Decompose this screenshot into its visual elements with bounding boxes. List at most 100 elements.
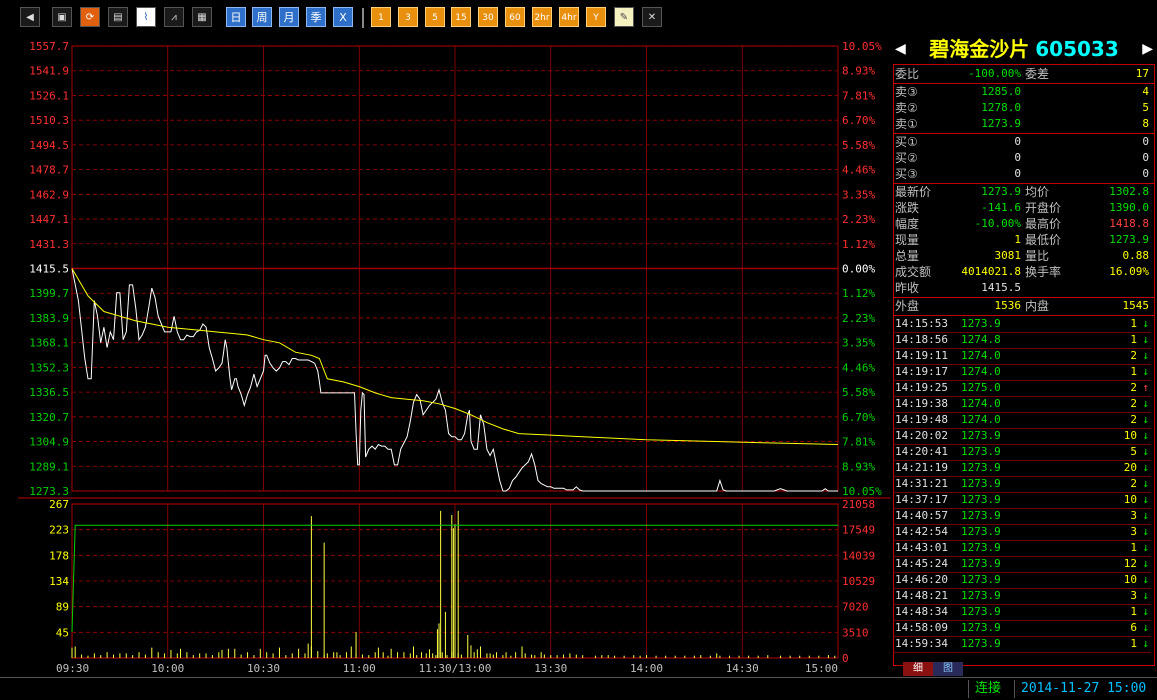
tick-volume: 5 — [1130, 445, 1137, 458]
refresh-icon[interactable]: ⟳ — [80, 7, 100, 27]
tick-direction-icon: ↓ — [1142, 573, 1149, 586]
neipan-value: 1545 — [1122, 299, 1150, 312]
stat-row: 现量 1 最低价 1273.9 — [893, 232, 1151, 248]
back-icon: ◀ — [26, 12, 34, 23]
year-button[interactable]: Y — [586, 7, 606, 27]
stat-label-2: 换手率 — [1025, 265, 1062, 279]
tick-volume: 3 — [1130, 525, 1137, 538]
kline-chart-icon[interactable]: ⩘ — [164, 7, 184, 27]
price-tick-label: 1368.1 — [29, 337, 69, 350]
cube-icon[interactable]: ▣ — [52, 7, 72, 27]
weicha-value: 17 — [1135, 67, 1149, 80]
tab-detail[interactable]: 细 — [903, 662, 933, 676]
prev-stock-arrow-icon[interactable]: ◀ — [895, 34, 906, 64]
time-tick-label: 15:00 — [805, 662, 838, 675]
stock-title: ◀ 碧海金沙片 605033 ▶ — [891, 34, 1157, 64]
tick-volume: 2 — [1130, 381, 1137, 394]
bid-label: 买③ — [895, 167, 918, 181]
back-button[interactable]: ◀ — [20, 7, 40, 27]
tick-time: 14:19:25 — [895, 381, 948, 394]
stat-value: 3081 — [994, 249, 1022, 262]
hour-4-button[interactable]: 4hr — [559, 7, 579, 27]
volume-right-tick-label: 21058 — [842, 498, 875, 511]
toolbar: ◀ ▣ ⟳ ▤ ⌇ ⩘ ▦ 日 周 月 季 X 1 3 5 15 30 60 2… — [0, 0, 1157, 34]
tick-direction-icon: ↓ — [1142, 317, 1149, 330]
minute-30-button[interactable]: 30 — [478, 7, 498, 27]
period-custom-button[interactable]: X — [333, 7, 353, 27]
minute-60-button[interactable]: 60 — [505, 7, 525, 27]
tick-row: 14:58:09 1273.9 6 ↓ — [893, 620, 1151, 637]
minute-5-button[interactable]: 5 — [425, 7, 445, 27]
table-icon[interactable]: ▦ — [192, 7, 212, 27]
price-tick-label: 1557.7 — [29, 40, 69, 53]
tick-volume: 2 — [1130, 413, 1137, 426]
tick-time: 14:18:56 — [895, 333, 948, 346]
minute-3-button[interactable]: 3 — [398, 7, 418, 27]
tick-row: 14:15:53 1273.9 1 ↓ — [893, 316, 1151, 333]
timeline-chart-icon[interactable]: ⌇ — [136, 7, 156, 27]
tick-time: 14:59:34 — [895, 637, 948, 650]
period-day-button[interactable]: 日 — [226, 7, 246, 27]
tick-row: 14:19:11 1274.0 2 ↓ — [893, 348, 1151, 365]
price-tick-label: 1352.3 — [29, 361, 69, 374]
stat-row: 成交额 4014021.8 换手率 16.09% — [893, 264, 1151, 280]
tick-time: 14:45:24 — [895, 557, 948, 570]
minute-15-button[interactable]: 15 — [451, 7, 471, 27]
ask-label: 卖① — [895, 117, 918, 131]
bid-price: 0 — [1014, 151, 1021, 164]
period-month-button[interactable]: 月 — [279, 7, 299, 27]
price-tick-label: 1431.3 — [29, 238, 69, 251]
tick-price: 1273.9 — [961, 477, 1001, 490]
pct-tick-label: 3.35% — [842, 337, 875, 350]
status-bar: 连接 2014-11-27 15:00 — [0, 677, 1157, 700]
tick-price: 1273.9 — [961, 557, 1001, 570]
volume-left-tick-label: 45 — [56, 626, 69, 639]
tick-price: 1274.0 — [961, 349, 1001, 362]
clipboard-icon[interactable]: ▤ — [108, 7, 128, 27]
weicha-label: 委差 — [1025, 67, 1050, 81]
stat-row: 涨跌 -141.6 开盘价 1390.0 — [893, 200, 1151, 216]
tick-price: 1273.9 — [961, 589, 1001, 602]
stat-value-2: 1418.8 — [1109, 217, 1149, 230]
volume-right-tick-label: 3510 — [842, 626, 869, 639]
time-tick-label: 14:00 — [630, 662, 663, 675]
pct-tick-label: 7.81% — [842, 436, 875, 449]
stat-label-2: 均价 — [1025, 185, 1050, 199]
tab-chart[interactable]: 图 — [933, 662, 963, 676]
tools-icon[interactable]: ✕ — [642, 7, 662, 27]
connection-status[interactable]: 连接 — [968, 680, 1015, 698]
tick-volume: 10 — [1123, 493, 1137, 506]
pct-tick-label: 1.12% — [842, 238, 875, 251]
price-axis-labels: 1557.7 10.05% 1541.9 8.93% 1526.1 7.81% 1510.3… — [29, 40, 882, 665]
weibi-label: 委比 — [895, 67, 920, 81]
time-tick-label: 09:30 — [56, 662, 89, 675]
ask-label: 卖② — [895, 101, 918, 115]
tick-time: 14:48:21 — [895, 589, 948, 602]
tick-row: 14:46:20 1273.9 10 ↓ — [893, 572, 1151, 589]
pct-tick-label: 10.05% — [842, 40, 882, 53]
minute-1-button[interactable]: 1 — [371, 7, 391, 27]
tick-time: 14:19:11 — [895, 349, 948, 362]
tick-direction-icon: ↓ — [1142, 397, 1149, 410]
period-week-button[interactable]: 周 — [252, 7, 272, 27]
time-tick-label: 14:30 — [726, 662, 759, 675]
ask-volume: 4 — [1142, 85, 1149, 98]
tick-time: 14:19:38 — [895, 397, 948, 410]
ask-volume: 5 — [1142, 101, 1149, 114]
timeline-chart[interactable]: 1557.7 10.05% 1541.9 8.93% 1526.1 7.81% 1510.3… — [0, 34, 890, 677]
volume-right-tick-label: 7020 — [842, 601, 869, 614]
bid-volume: 0 — [1142, 135, 1149, 148]
tick-price: 1273.9 — [961, 317, 1001, 330]
price-tick-label: 1478.7 — [29, 164, 69, 177]
period-season-button[interactable]: 季 — [306, 7, 326, 27]
stat-label: 总量 — [895, 249, 920, 263]
next-stock-arrow-icon[interactable]: ▶ — [1142, 34, 1153, 64]
hour-2-button[interactable]: 2hr — [532, 7, 552, 27]
tick-row: 14:42:54 1273.9 3 ↓ — [893, 524, 1151, 541]
tick-row: 14:21:19 1273.9 20 ↓ — [893, 460, 1151, 477]
tick-price: 1273.9 — [961, 429, 1001, 442]
time-axis-labels: 09:30 10:00 10:30 11:00 11:30/13:00 13:30 14:0… — [56, 662, 838, 675]
draw-pencil-icon[interactable]: ✎ — [614, 7, 634, 27]
tick-price: 1273.9 — [961, 637, 1001, 650]
price-tick-label: 1383.9 — [29, 312, 69, 325]
